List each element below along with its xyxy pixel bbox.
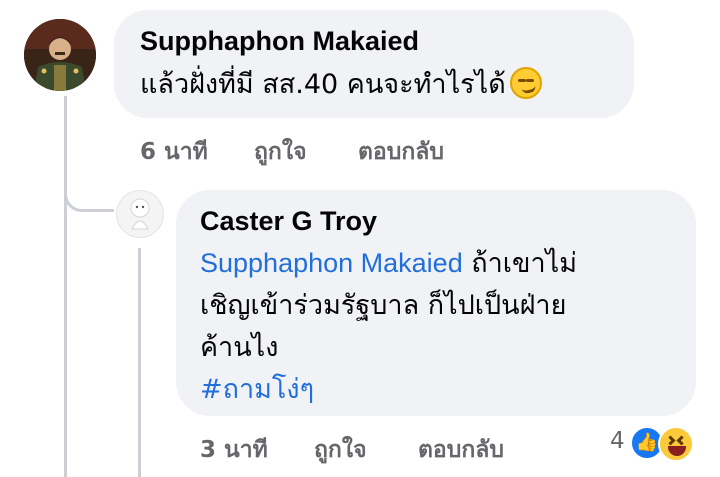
comment-timestamp[interactable]: 6 นาที	[140, 134, 208, 170]
avatar[interactable]	[24, 19, 96, 91]
thread-line	[64, 96, 67, 477]
haha-icon	[658, 426, 694, 462]
reply-button[interactable]: ตอบกลับ	[358, 134, 444, 170]
avatar-portrait	[24, 19, 96, 91]
reply-timestamp[interactable]: 3 นาที	[200, 432, 268, 468]
reply-author[interactable]: Caster G Troy	[200, 206, 377, 237]
reply-text: Supphaphon Makaied ถ้าเขาไม่ เชิญเข้าร่ว…	[200, 242, 577, 411]
reply-reply-button[interactable]: ตอบกลับ	[418, 432, 504, 468]
reply-like-button[interactable]: ถูกใจ	[314, 432, 367, 468]
smirk-emoji-icon	[509, 66, 542, 99]
like-button[interactable]: ถูกใจ	[254, 134, 307, 170]
reply-line-2: เชิญเข้าร่วมรัฐบาล ก็ไปเป็นฝ่าย	[200, 290, 567, 321]
reply-line-1-text: ถ้าเขาไม่	[462, 248, 578, 279]
reaction-count: 4	[610, 428, 625, 454]
reply-thread-line	[138, 248, 141, 477]
reply-avatar[interactable]	[116, 190, 164, 238]
reply-connector-line	[64, 160, 114, 212]
comment-author[interactable]: Supphaphon Makaied	[140, 26, 419, 57]
comment-text-body: แล้วฝั่งที่มี สส.40 คนจะทำไรได้	[140, 69, 506, 100]
mention-link[interactable]: Supphaphon Makaied	[200, 248, 463, 278]
reply-line-3: ค้านไง	[200, 332, 279, 363]
hashtag-link[interactable]: #ถามโง่ๆ	[200, 369, 577, 411]
avatar-figure	[117, 191, 163, 237]
reply-line-1: Supphaphon Makaied ถ้าเขาไม่	[200, 242, 577, 285]
comment-text: แล้วฝั่งที่มี สส.40 คนจะทำไรได้	[140, 64, 542, 106]
